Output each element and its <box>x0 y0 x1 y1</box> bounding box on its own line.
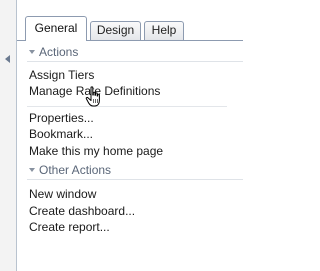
left-pane <box>0 0 17 271</box>
menu-item-assign-tiers[interactable]: Assign Tiers <box>29 67 94 83</box>
section-rule <box>27 179 243 180</box>
tab-design[interactable]: Design <box>90 21 141 40</box>
triangle-down-icon <box>29 167 35 172</box>
menu-item-properties[interactable]: Properties... <box>29 110 94 126</box>
section-title-actions: Actions <box>39 45 79 59</box>
menu-item-make-home-page[interactable]: Make this my home page <box>29 143 163 159</box>
tab-help[interactable]: Help <box>144 21 184 40</box>
chevron-left-icon[interactable] <box>3 54 12 64</box>
divider <box>27 106 227 107</box>
section-header-actions[interactable]: Actions <box>17 42 243 62</box>
section-rule <box>27 61 243 62</box>
triangle-down-icon <box>29 49 35 54</box>
hand-pointer-icon <box>85 86 100 107</box>
section-header-other-actions[interactable]: Other Actions <box>17 160 243 180</box>
tab-general[interactable]: General <box>25 16 87 41</box>
actions-panel: General Design Help Actions Assign Tiers… <box>17 12 243 271</box>
menu-item-new-window[interactable]: New window <box>29 186 96 202</box>
tab-bar: General Design Help <box>17 12 243 41</box>
menu-item-create-dashboard[interactable]: Create dashboard... <box>29 203 135 219</box>
menu-item-create-report[interactable]: Create report... <box>29 219 110 235</box>
menu-item-bookmark[interactable]: Bookmark... <box>29 126 93 142</box>
section-title-other-actions: Other Actions <box>39 163 112 177</box>
